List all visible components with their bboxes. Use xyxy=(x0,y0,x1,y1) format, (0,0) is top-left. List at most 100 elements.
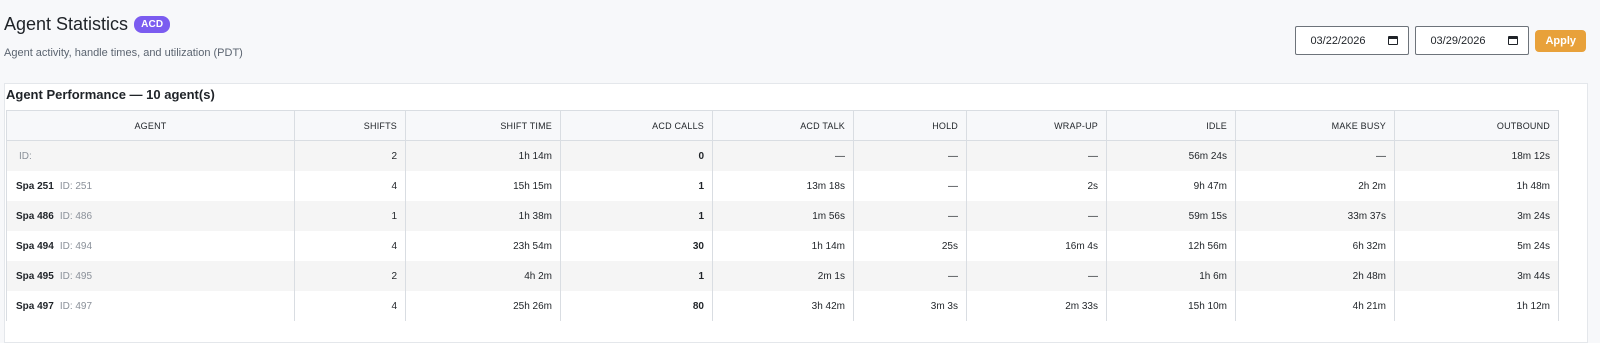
agent-name: Spa 486 xyxy=(16,210,54,222)
page-header: Agent Statistics ACD Agent activity, han… xyxy=(4,14,243,59)
table-row[interactable]: ID: 2 1h 14m 0 — — — 56m 24s — 18m 12s xyxy=(6,140,1559,171)
column-header-acd-talk[interactable]: ACD TALK xyxy=(712,110,854,141)
acd-calls-cell: 80 xyxy=(560,291,713,321)
shift-time-cell: 1h 38m xyxy=(405,201,561,231)
title-row: Agent Statistics ACD xyxy=(4,14,243,35)
agent-performance-card: Agent Performance — 10 agent(s) AGENT SH… xyxy=(4,83,1588,343)
acd-calls-cell: 30 xyxy=(560,231,713,261)
shift-time-cell: 1h 14m xyxy=(405,140,561,171)
wrap-up-cell: 16m 4s xyxy=(966,231,1107,261)
make-busy-cell: 33m 37s xyxy=(1235,201,1395,231)
agent-id: ID: 497 xyxy=(59,300,93,312)
start-date-input[interactable]: 03/22/2026 xyxy=(1295,26,1410,55)
shifts-cell: 4 xyxy=(294,231,406,261)
idle-cell: 15h 10m xyxy=(1106,291,1236,321)
make-busy-cell: 2h 48m xyxy=(1235,261,1395,291)
idle-cell: 9h 47m xyxy=(1106,171,1236,201)
date-controls: 03/22/2026 03/29/2026 Apply xyxy=(1295,26,1586,55)
column-header-make-busy[interactable]: MAKE BUSY xyxy=(1235,110,1395,141)
wrap-up-cell: — xyxy=(966,140,1107,171)
end-date-input[interactable]: 03/29/2026 xyxy=(1415,26,1530,55)
agent-cell: Spa 494 ID: 494 xyxy=(6,231,295,261)
agent-name: Spa 251 xyxy=(16,180,54,192)
outbound-cell: 1h 12m xyxy=(1394,291,1559,321)
outbound-cell: 3m 24s xyxy=(1394,201,1559,231)
acd-talk-cell: 2m 1s xyxy=(712,261,854,291)
acd-calls-cell: 1 xyxy=(560,171,713,201)
wrap-up-cell: — xyxy=(966,201,1107,231)
agent-id: ID: 495 xyxy=(59,270,93,282)
calendar-icon[interactable] xyxy=(1508,36,1519,45)
column-header-shifts[interactable]: SHIFTS xyxy=(294,110,406,141)
acd-talk-cell: 13m 18s xyxy=(712,171,854,201)
agent-id: ID: 251 xyxy=(59,180,93,192)
hold-cell: — xyxy=(853,171,967,201)
column-header-wrap-up[interactable]: WRAP-UP xyxy=(966,110,1107,141)
agent-cell: Spa 486 ID: 486 xyxy=(6,201,295,231)
make-busy-cell: — xyxy=(1235,140,1395,171)
wrap-up-cell: — xyxy=(966,261,1107,291)
page-title: Agent Statistics xyxy=(4,14,129,34)
shift-time-cell: 15h 15m xyxy=(405,171,561,201)
table-row[interactable]: Spa 486 ID: 486 1 1h 38m 1 1m 56s — — 59m… xyxy=(6,201,1559,231)
idle-cell: 56m 24s xyxy=(1106,140,1236,171)
make-busy-cell: 6h 32m xyxy=(1235,231,1395,261)
column-header-hold[interactable]: HOLD xyxy=(853,110,967,141)
shifts-cell: 4 xyxy=(294,291,406,321)
acd-badge: ACD xyxy=(134,16,171,33)
wrap-up-cell: 2s xyxy=(966,171,1107,201)
acd-talk-cell: 1h 14m xyxy=(712,231,854,261)
shifts-cell: 4 xyxy=(294,171,406,201)
column-header-shift-time[interactable]: SHIFT TIME xyxy=(405,110,561,141)
outbound-cell: 1h 48m xyxy=(1394,171,1559,201)
table-header-row: AGENT SHIFTS SHIFT TIME ACD CALLS ACD TA… xyxy=(6,110,1559,141)
outbound-cell: 3m 44s xyxy=(1394,261,1559,291)
agent-cell: Spa 495 ID: 495 xyxy=(6,261,295,291)
shift-time-cell: 25h 26m xyxy=(405,291,561,321)
shifts-cell: 2 xyxy=(294,140,406,171)
agent-name: Spa 495 xyxy=(16,270,54,282)
table-row[interactable]: Spa 497 ID: 497 4 25h 26m 80 3h 42m 3m 3s… xyxy=(6,291,1559,321)
apply-button[interactable]: Apply xyxy=(1535,29,1586,52)
acd-calls-cell: 1 xyxy=(560,261,713,291)
end-date-value: 03/29/2026 xyxy=(1430,34,1486,47)
shift-time-cell: 4h 2m xyxy=(405,261,561,291)
agent-name: Spa 497 xyxy=(16,300,54,312)
hold-cell: — xyxy=(853,140,967,171)
agent-id: ID: xyxy=(19,150,32,162)
agent-performance-table: AGENT SHIFTS SHIFT TIME ACD CALLS ACD TA… xyxy=(6,110,1559,321)
page-subtitle: Agent activity, handle times, and utiliz… xyxy=(4,47,243,59)
column-header-agent[interactable]: AGENT xyxy=(6,110,295,141)
hold-cell: — xyxy=(853,201,967,231)
idle-cell: 59m 15s xyxy=(1106,201,1236,231)
table-title: Agent Performance — 10 agent(s) xyxy=(6,87,215,102)
agent-cell: Spa 251 ID: 251 xyxy=(6,171,295,201)
hold-cell: 25s xyxy=(853,231,967,261)
shifts-cell: 1 xyxy=(294,201,406,231)
acd-calls-cell: 1 xyxy=(560,201,713,231)
acd-talk-cell: — xyxy=(712,140,854,171)
calendar-icon[interactable] xyxy=(1388,36,1399,45)
column-header-outbound[interactable]: OUTBOUND xyxy=(1394,110,1559,141)
wrap-up-cell: 2m 33s xyxy=(966,291,1107,321)
outbound-cell: 5m 24s xyxy=(1394,231,1559,261)
agent-cell: Spa 497 ID: 497 xyxy=(6,291,295,321)
shift-time-cell: 23h 54m xyxy=(405,231,561,261)
hold-cell: — xyxy=(853,261,967,291)
column-header-idle[interactable]: IDLE xyxy=(1106,110,1236,141)
agent-id: ID: 494 xyxy=(59,240,93,252)
outbound-cell: 18m 12s xyxy=(1394,140,1559,171)
hold-cell: 3m 3s xyxy=(853,291,967,321)
agent-id: ID: 486 xyxy=(59,210,93,222)
column-header-acd-calls[interactable]: ACD CALLS xyxy=(560,110,713,141)
acd-talk-cell: 3h 42m xyxy=(712,291,854,321)
idle-cell: 1h 6m xyxy=(1106,261,1236,291)
table-row[interactable]: Spa 494 ID: 494 4 23h 54m 30 1h 14m 25s 1… xyxy=(6,231,1559,261)
agent-cell: ID: xyxy=(6,140,295,171)
start-date-value: 03/22/2026 xyxy=(1310,34,1366,47)
make-busy-cell: 4h 21m xyxy=(1235,291,1395,321)
acd-calls-cell: 0 xyxy=(560,140,713,171)
acd-talk-cell: 1m 56s xyxy=(712,201,854,231)
table-row[interactable]: Spa 251 ID: 251 4 15h 15m 1 13m 18s — 2s … xyxy=(6,171,1559,201)
table-row[interactable]: Spa 495 ID: 495 2 4h 2m 1 2m 1s — — 1h 6m… xyxy=(6,261,1559,291)
